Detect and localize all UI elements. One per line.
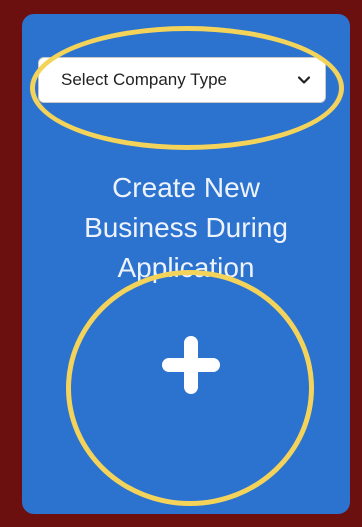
company-type-select-value: Select Company Type: [61, 70, 227, 89]
card-title-line-3: Application: [117, 252, 255, 283]
card-title-line-1: Create New: [112, 172, 260, 203]
chevron-down-icon: [297, 76, 311, 84]
company-type-select[interactable]: Select Company Type: [38, 57, 326, 103]
card-title-line-2: Business During: [84, 212, 288, 243]
plus-icon[interactable]: [156, 330, 226, 400]
card-title: Create New Business During Application: [22, 168, 350, 288]
